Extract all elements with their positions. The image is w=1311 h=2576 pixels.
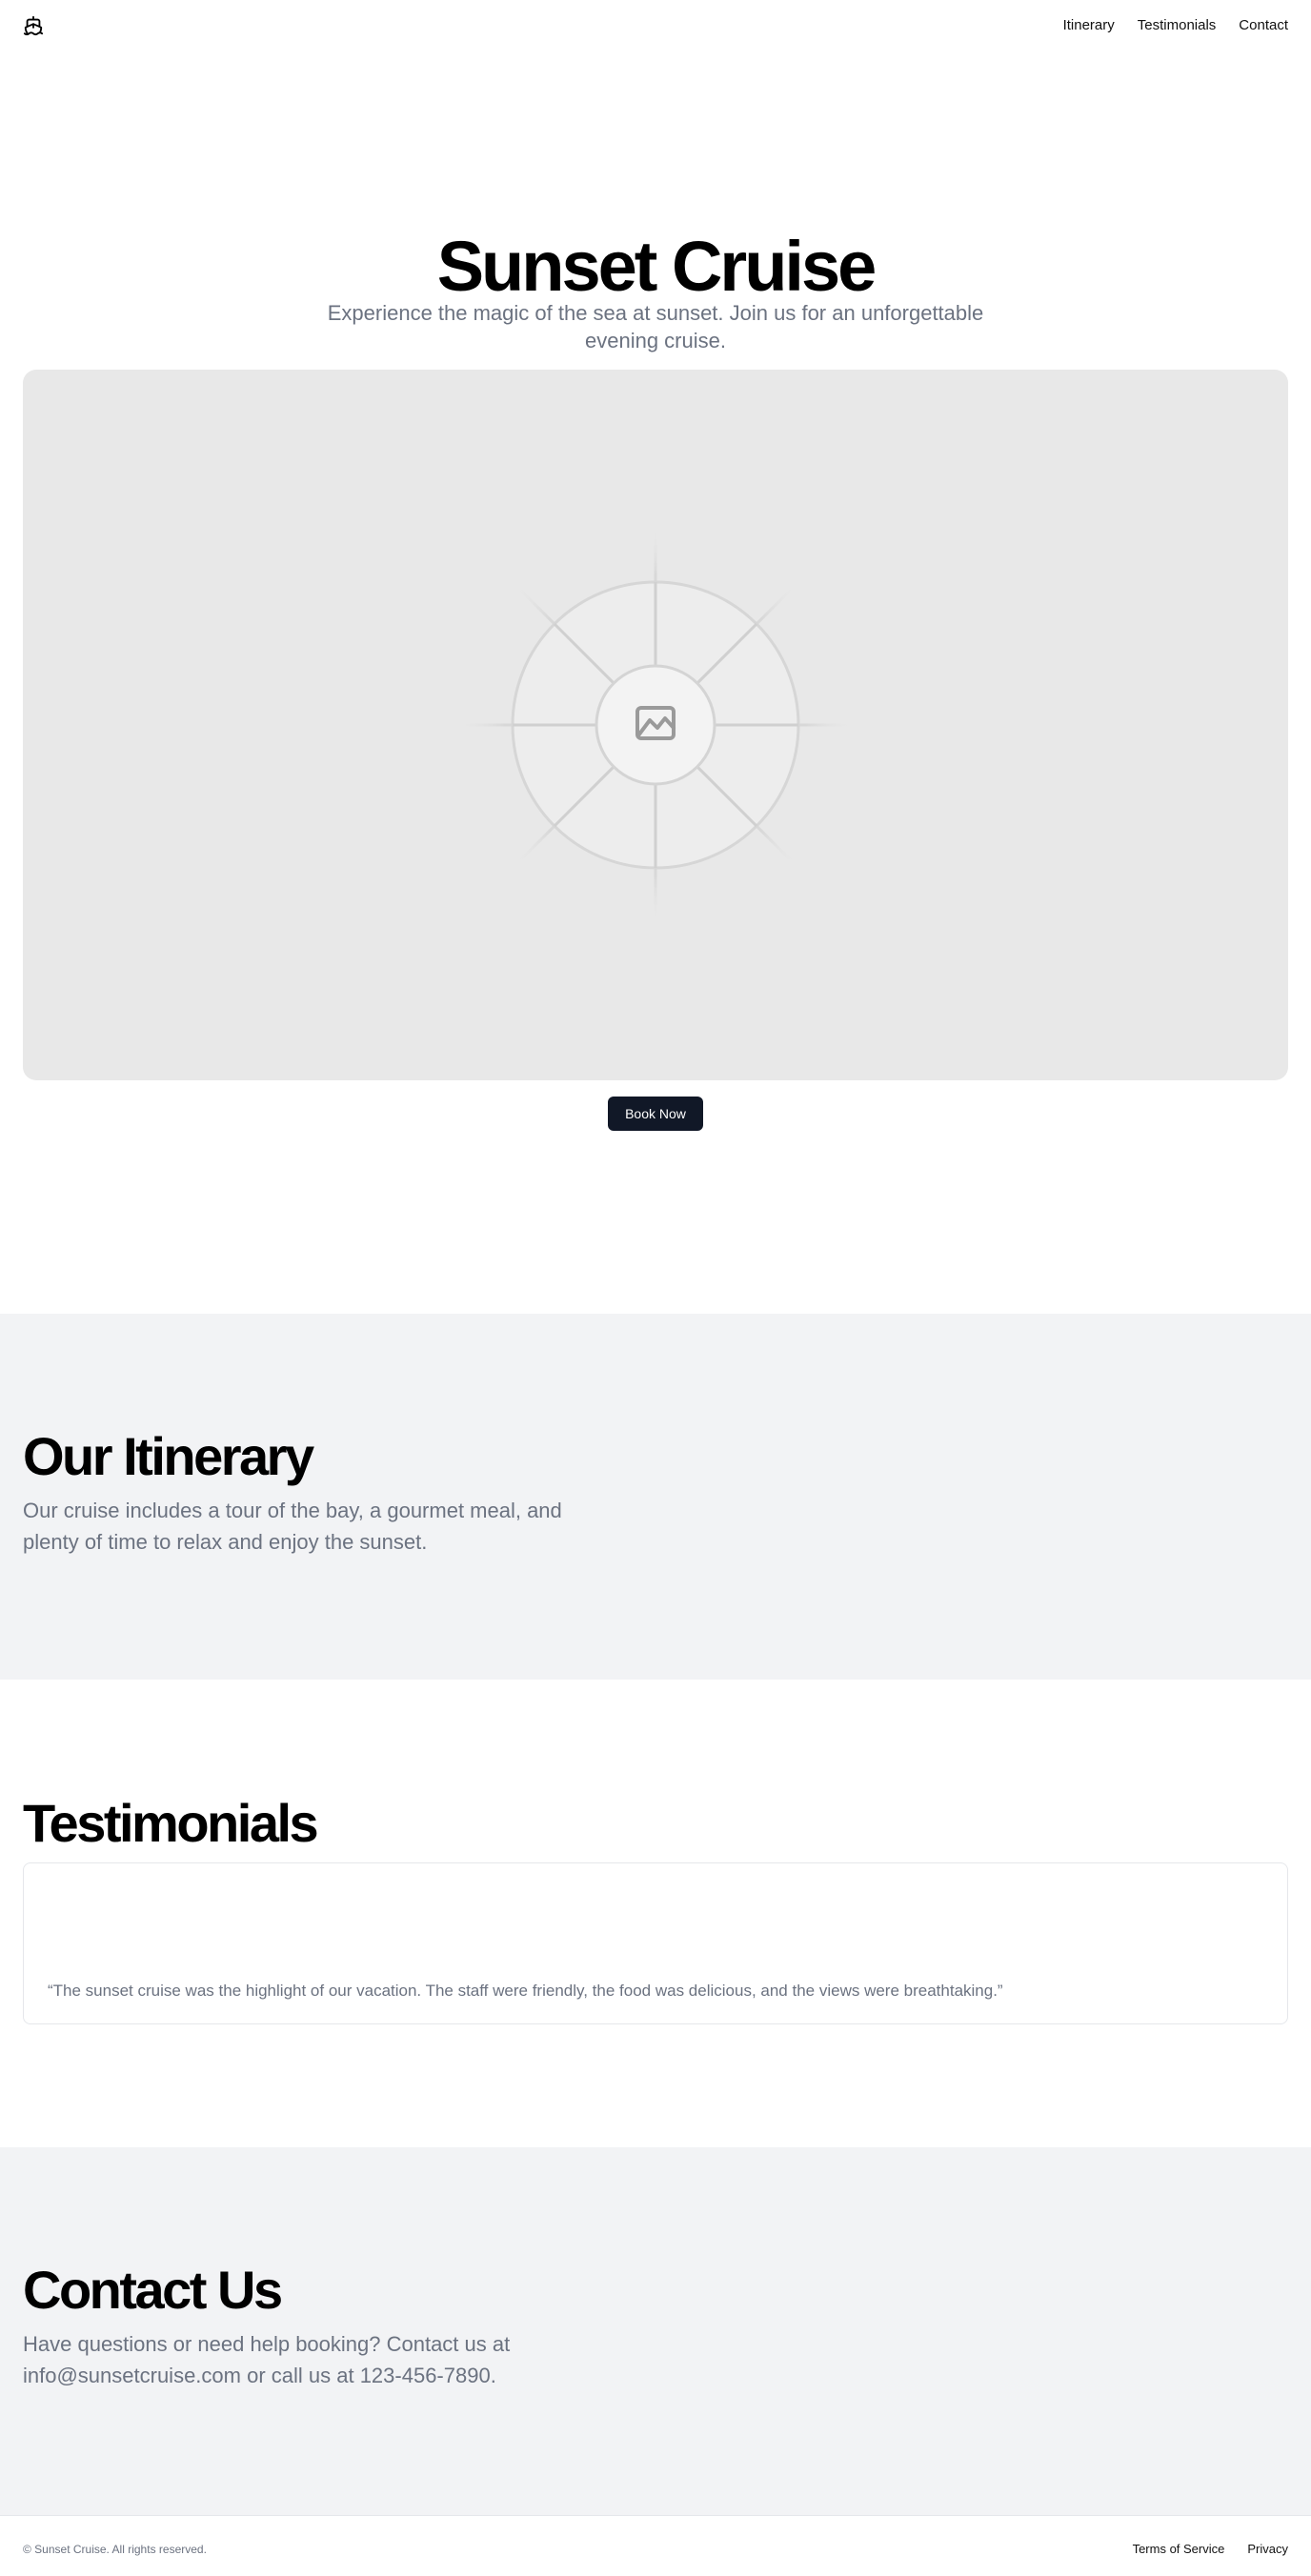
nav-testimonials-link[interactable]: Testimonials (1138, 17, 1217, 33)
itinerary-title: Our Itinerary (23, 1426, 314, 1486)
main-nav: Itinerary Testimonials Contact (1063, 17, 1288, 33)
footer-links: Terms of Service Privacy (1133, 2542, 1288, 2556)
image-placeholder-icon (455, 525, 856, 925)
contact-text: Have questions or need help booking? Con… (23, 2332, 511, 2387)
contact-section: Contact Us Have questions or need help b… (0, 2147, 1311, 2515)
privacy-link[interactable]: Privacy (1247, 2542, 1288, 2556)
terms-of-service-link[interactable]: Terms of Service (1133, 2542, 1225, 2556)
site-header: Itinerary Testimonials Contact (0, 0, 1311, 53)
itinerary-text: Our cruise includes a tour of the bay, a… (23, 1499, 562, 1554)
itinerary-section: Our Itinerary Our cruise includes a tour… (0, 1314, 1311, 1680)
contact-title: Contact Us (23, 2260, 283, 2320)
hero-title: Sunset Cruise (436, 227, 877, 306)
ship-icon[interactable] (23, 15, 44, 36)
book-now-button[interactable]: Book Now (608, 1097, 703, 1131)
nav-contact-link[interactable]: Contact (1239, 17, 1288, 33)
testimonials-title: Testimonials (23, 1793, 319, 1853)
hero-subtitle: Experience the magic of the sea at sunse… (327, 301, 984, 352)
testimonial-quote: “The sunset cruise was the highlight of … (48, 1982, 1003, 2000)
hero-image-placeholder (23, 370, 1288, 1080)
site-footer: © Sunset Cruise. All rights reserved. Te… (0, 2515, 1311, 2576)
copyright-text: © Sunset Cruise. All rights reserved. (23, 2543, 207, 2556)
testimonial-card: “The sunset cruise was the highlight of … (23, 1862, 1288, 2024)
nav-itinerary-link[interactable]: Itinerary (1063, 17, 1115, 33)
